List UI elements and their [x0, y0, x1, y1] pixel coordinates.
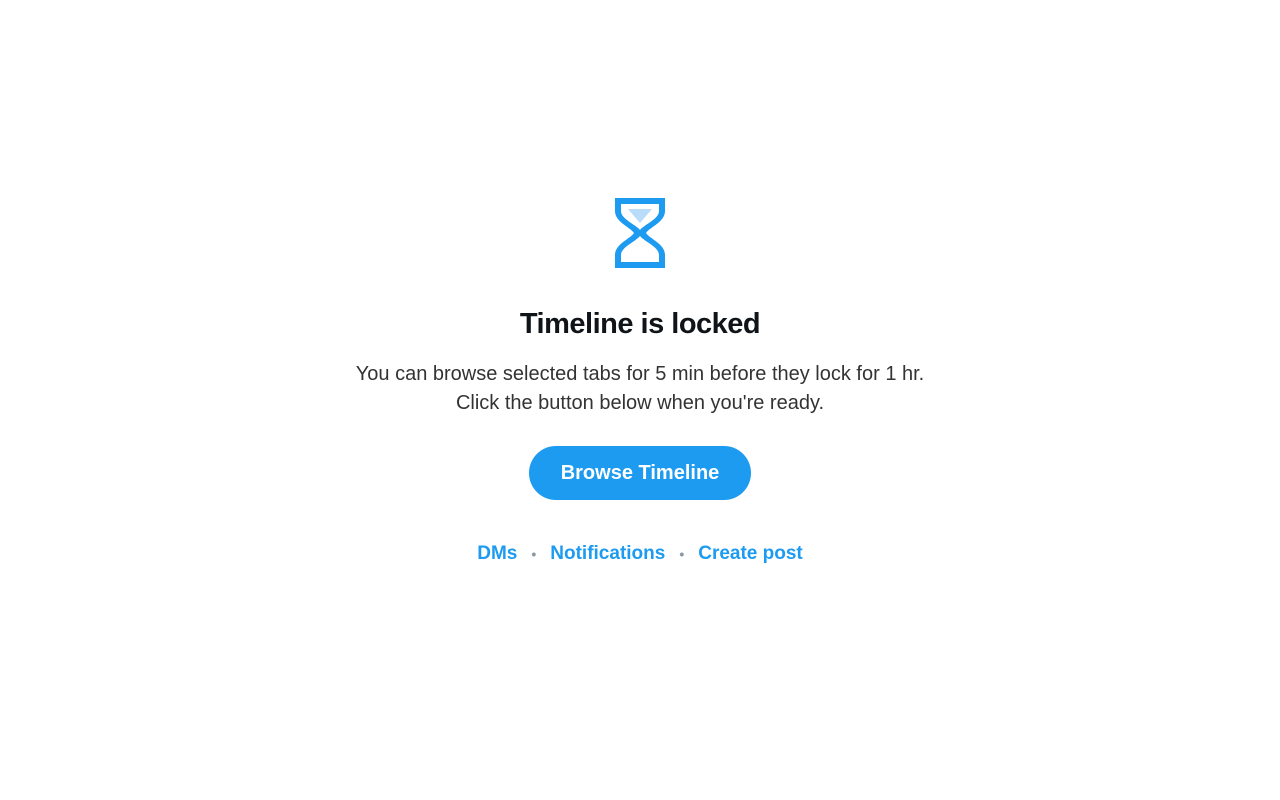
lock-panel: Timeline is locked You can browse select… [0, 194, 1280, 566]
hourglass-icon [615, 198, 665, 268]
quick-links: DMs • Notifications • Create post [477, 542, 803, 566]
page-title: Timeline is locked [519, 308, 761, 340]
dms-link[interactable]: DMs [477, 542, 517, 566]
locked-page: Timeline is locked You can browse select… [0, 0, 1280, 800]
description-line-1: You can browse selected tabs for 5 min b… [355, 363, 925, 385]
notifications-link[interactable]: Notifications [550, 542, 665, 566]
description-line-2: Click the button below when you're ready… [455, 392, 825, 414]
create-post-link[interactable]: Create post [698, 542, 803, 566]
lock-description: You can browse selected tabs for 5 min b… [356, 360, 924, 418]
browse-timeline-button[interactable]: Browse Timeline [528, 446, 752, 500]
link-separator: • [531, 546, 537, 562]
link-separator: • [679, 546, 685, 562]
